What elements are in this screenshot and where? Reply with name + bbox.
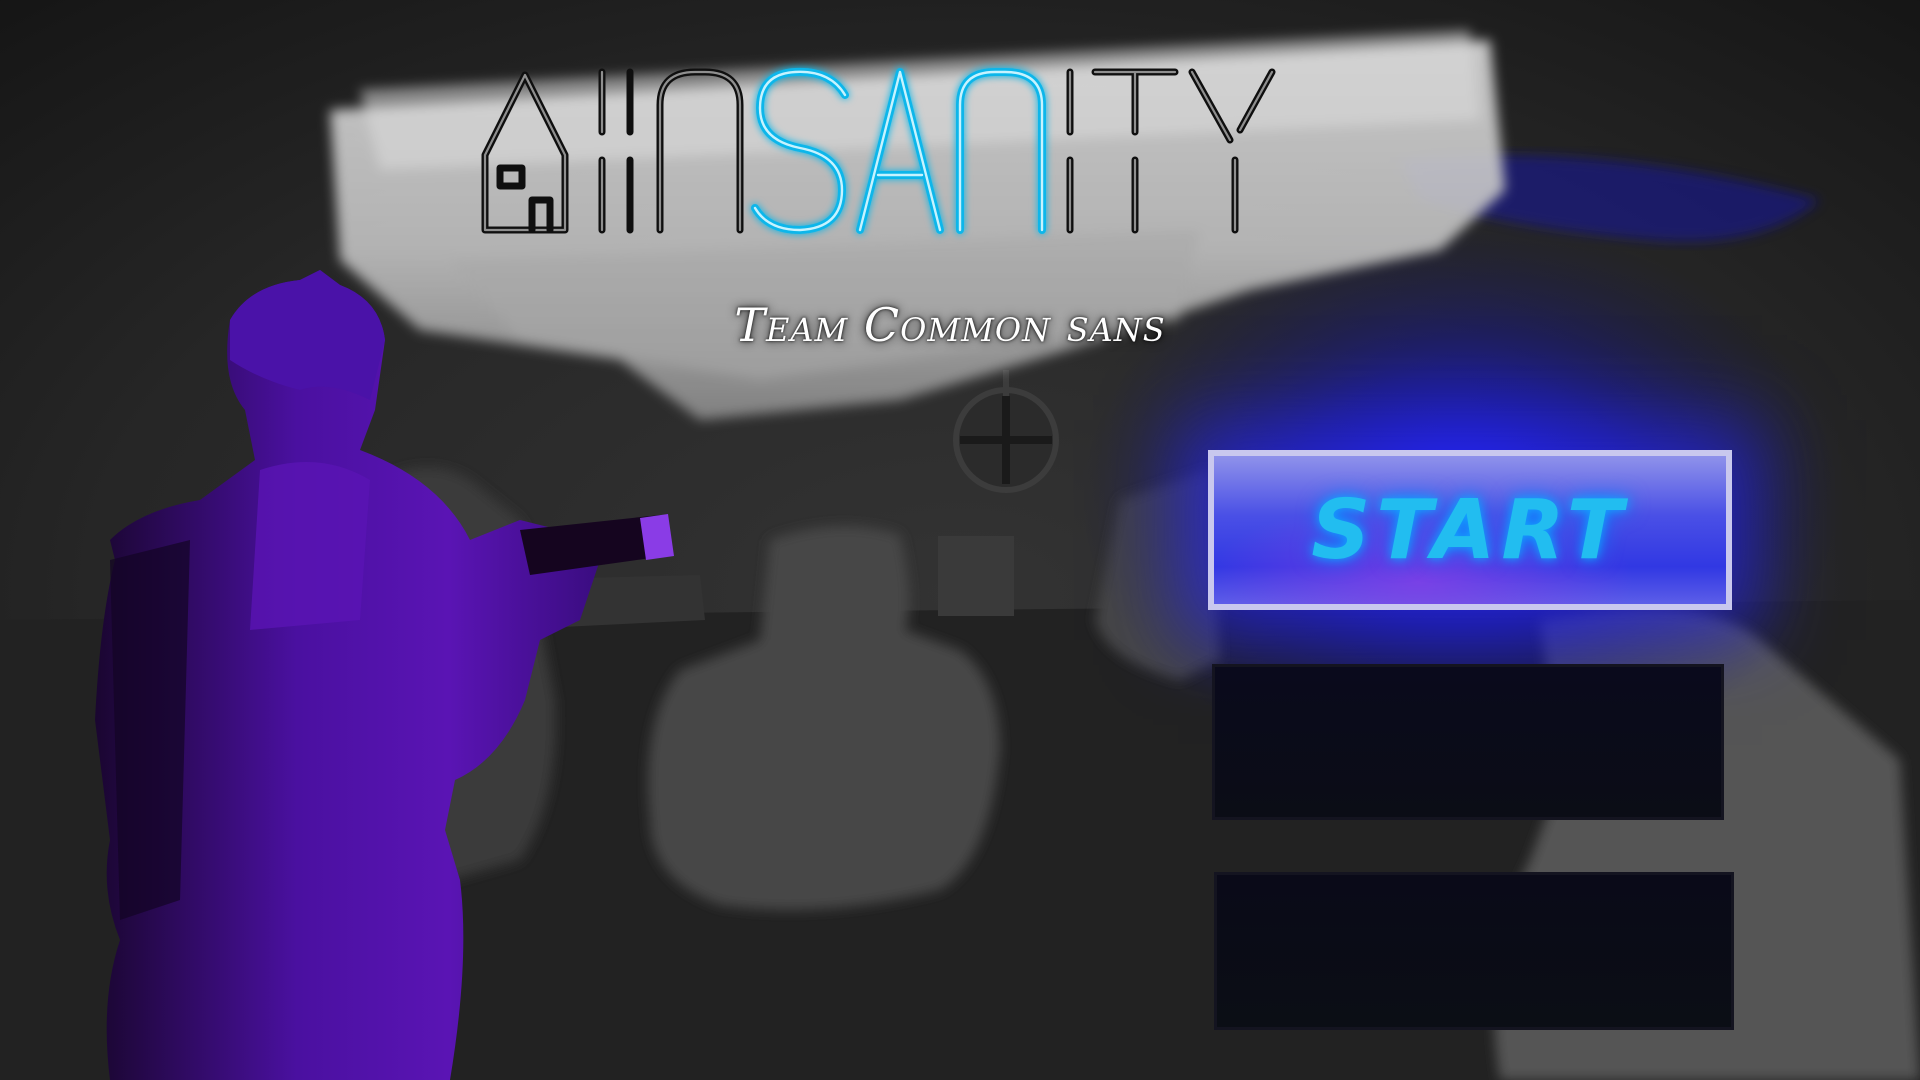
studio-subtitle: Team Common sans <box>734 298 1166 352</box>
logo-letter-t <box>1091 68 1179 234</box>
menu-button-3[interactable] <box>1214 872 1734 1030</box>
start-button[interactable]: START <box>1208 450 1732 610</box>
logo-letter-a <box>856 68 944 234</box>
house-icon <box>481 71 569 234</box>
small-box <box>938 536 1014 616</box>
logo-letter-y <box>1188 68 1276 234</box>
logo-letter-i <box>598 68 634 234</box>
game-logo <box>470 60 1430 250</box>
logo-letter-s <box>751 67 849 234</box>
start-button-label: START <box>1311 482 1629 578</box>
menu-button-2[interactable] <box>1212 664 1724 820</box>
logo-letter-n2 <box>956 68 1046 234</box>
logo-letter-n <box>656 68 744 234</box>
